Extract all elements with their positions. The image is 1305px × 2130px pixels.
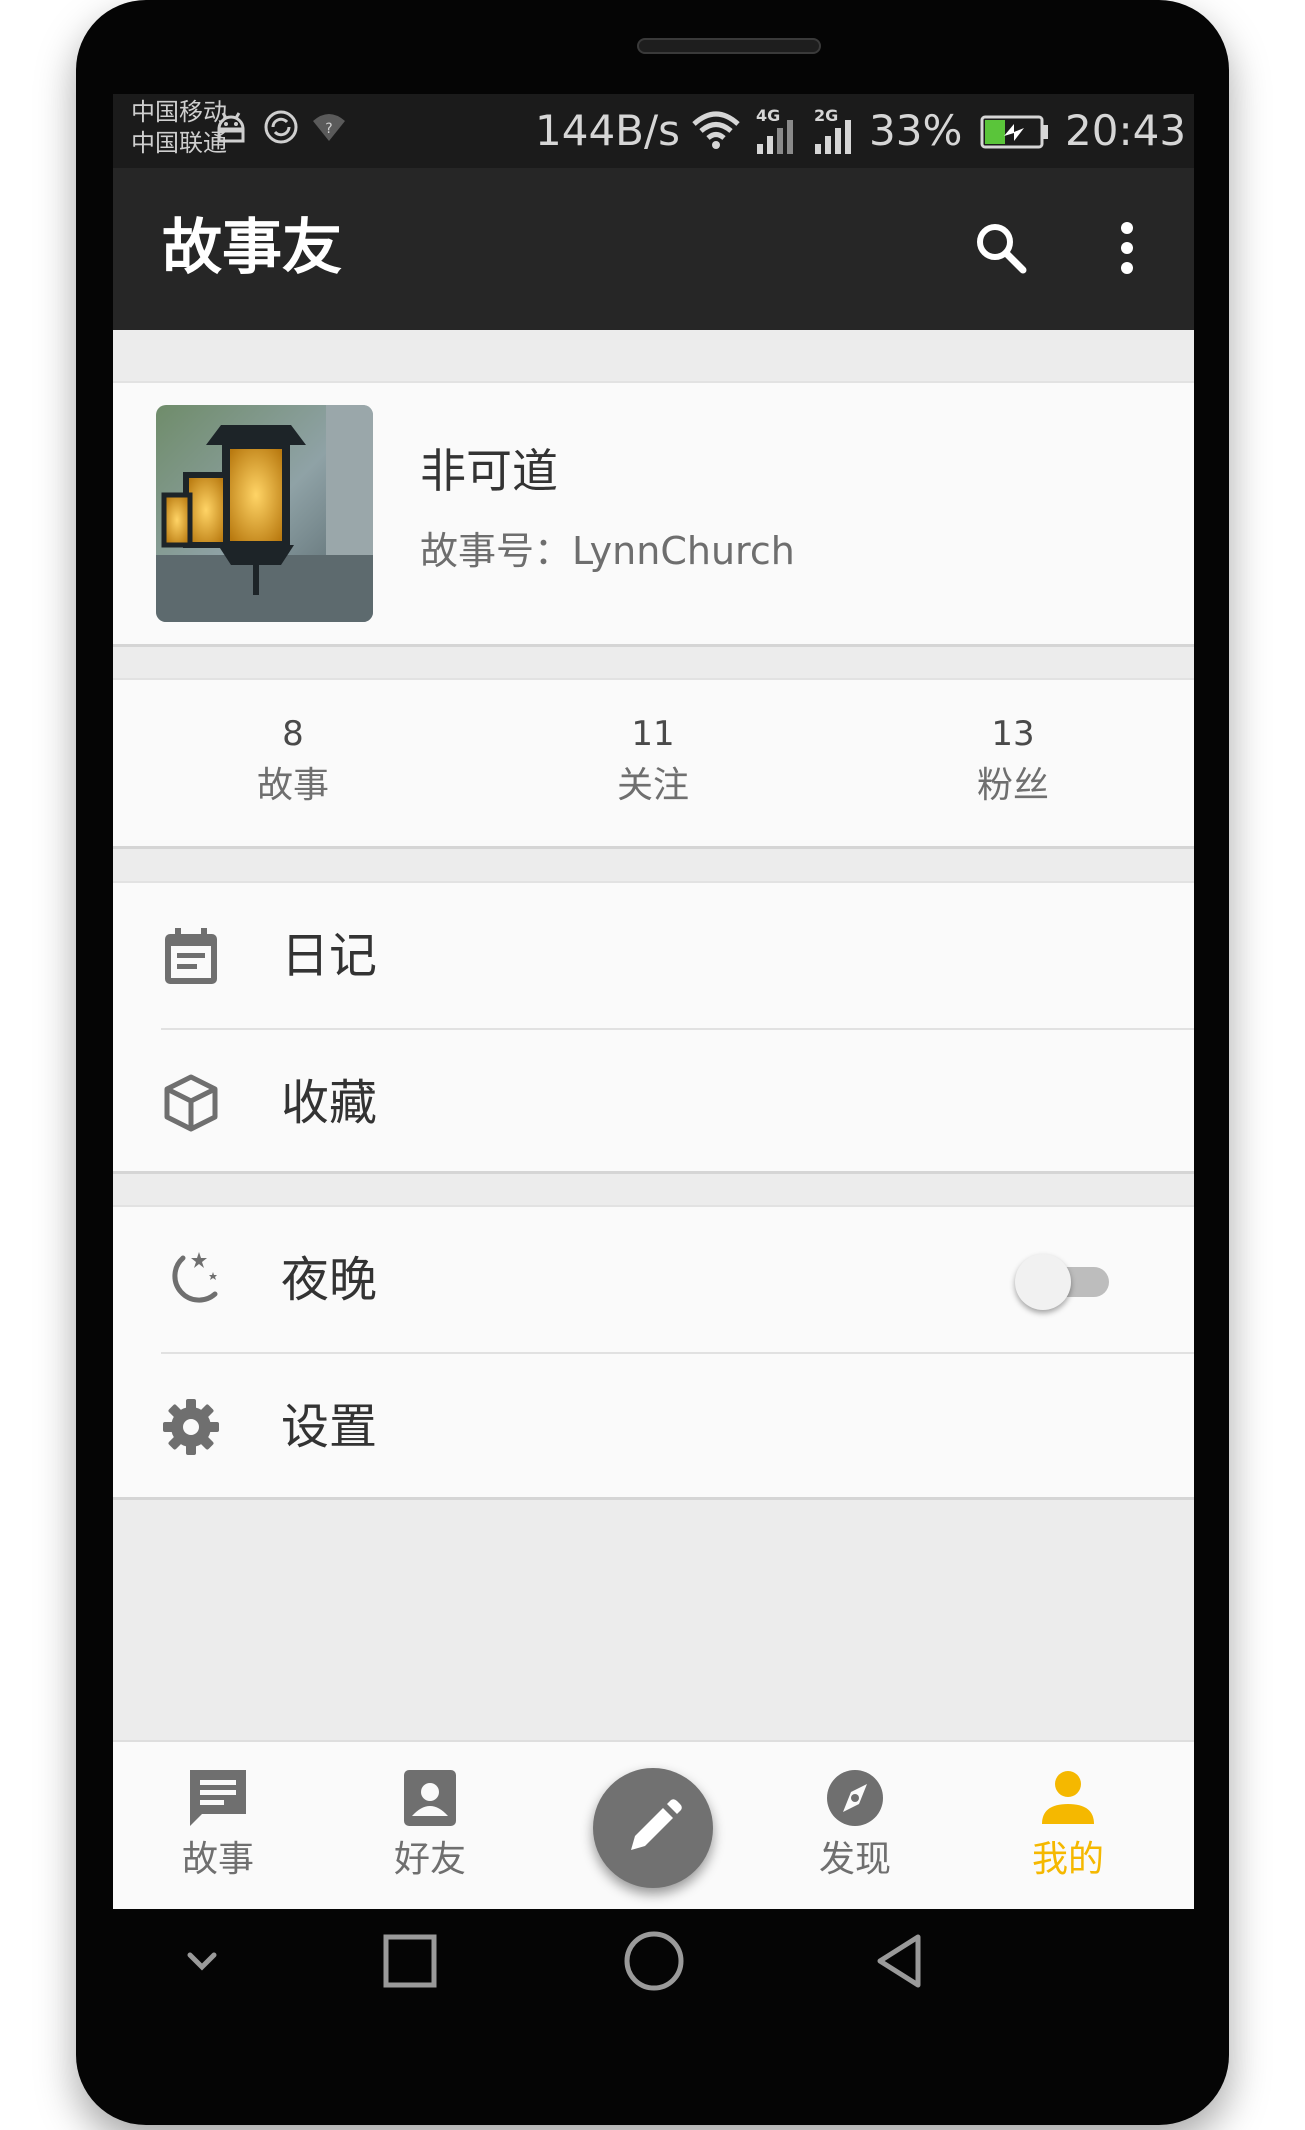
avatar[interactable] [156, 405, 373, 622]
chat-icon [190, 1770, 246, 1826]
stat-label: 粉丝 [976, 765, 1049, 806]
home-button[interactable] [622, 1929, 686, 1993]
menu-item-settings[interactable]: 设置 [113, 1354, 1194, 1499]
stat-count: 8 [282, 714, 304, 754]
menu-group-settings: 夜晚 设置 [113, 1205, 1194, 1500]
tab-discover[interactable]: 发现 [770, 1762, 940, 1902]
more-vert-icon [1121, 222, 1133, 274]
pencil-icon [631, 1799, 682, 1850]
tab-friends[interactable]: 好友 [345, 1762, 515, 1902]
menu-item-label: 日记 [281, 928, 378, 984]
menu-item-label: 夜晚 [281, 1252, 378, 1308]
stat-count: 11 [631, 714, 675, 754]
menu-item-diary[interactable]: 日记 [113, 883, 1194, 1028]
app-bar: 故事友 [113, 168, 1194, 330]
cube-icon [164, 1074, 218, 1132]
stat-followers[interactable]: 13 粉丝 [883, 712, 1143, 812]
lantern-photo [156, 405, 373, 622]
stat-following[interactable]: 11 关注 [523, 712, 783, 812]
menu-item-night-mode[interactable]: 夜晚 [113, 1207, 1194, 1352]
device-frame-stage: 中国移动 中国联通 ? 144B/s 4G 2G 33% 20:43 故事友 非… [0, 0, 1305, 2130]
tab-me[interactable]: 我的 [983, 1762, 1153, 1902]
stat-label: 关注 [616, 765, 689, 806]
back-button[interactable] [868, 1929, 932, 1993]
stat-label: 故事 [256, 765, 329, 806]
home-circle-icon [624, 1931, 684, 1991]
app-title: 故事友 [162, 213, 342, 283]
profile-card[interactable]: 非可道 故事号：LynnChurch [113, 381, 1194, 647]
bottom-navigation: 故事 好友 发现 我的 [113, 1740, 1194, 1909]
back-triangle-icon [877, 1934, 921, 1988]
calendar-icon [165, 928, 217, 984]
chevron-down-icon [187, 1952, 217, 1971]
wifi-icon [692, 111, 740, 149]
menu-group-content: 日记 收藏 [113, 881, 1194, 1174]
signal-icon [757, 120, 793, 154]
signal-icon [815, 120, 851, 154]
app-screen: 中国移动 中国联通 ? 144B/s 4G 2G 33% 20:43 故事友 非… [113, 94, 1194, 1909]
compose-fab[interactable] [593, 1768, 713, 1888]
collapse-button[interactable] [170, 1929, 234, 1993]
recents-button[interactable] [378, 1929, 442, 1993]
clock: 20:43 [1065, 106, 1187, 155]
net-speed: 144B/s [535, 106, 681, 155]
sync-icon [264, 110, 298, 144]
night-moon-icon [172, 1252, 218, 1303]
system-navigation-bar [113, 1909, 1194, 2009]
night-mode-toggle[interactable] [1015, 1250, 1115, 1310]
tab-label: 发现 [818, 1839, 891, 1880]
toggle-thumb [1015, 1254, 1071, 1310]
wifi-question-icon: ? [313, 114, 345, 141]
contact-icon [404, 1770, 456, 1826]
person-icon [1042, 1771, 1094, 1824]
menu-item-label: 设置 [281, 1399, 378, 1455]
stat-count: 13 [991, 714, 1035, 754]
compass-icon [827, 1770, 883, 1826]
tab-stories[interactable]: 故事 [133, 1762, 303, 1902]
search-button[interactable] [965, 212, 1037, 284]
search-icon [977, 224, 1027, 274]
tab-label: 故事 [181, 1839, 254, 1880]
menu-item-favorites[interactable]: 收藏 [113, 1030, 1194, 1175]
user-story-id: 故事号：LynnChurch [420, 529, 795, 573]
svg-text:?: ? [325, 121, 332, 137]
stats-card: 8 故事 11 关注 13 粉丝 [113, 678, 1194, 849]
status-bar: 中国移动 中国联通 ? 144B/s 4G 2G 33% 20:43 [113, 94, 1194, 168]
stat-stories[interactable]: 8 故事 [163, 712, 423, 812]
gear-icon [163, 1399, 219, 1455]
earpiece-speaker [637, 38, 821, 54]
overflow-menu-button[interactable] [1091, 212, 1163, 284]
recents-square-icon [383, 1934, 437, 1988]
menu-item-label: 收藏 [281, 1075, 378, 1131]
battery-percent: 33% [869, 106, 963, 155]
battery-charging-icon [980, 115, 1048, 149]
user-nickname: 非可道 [420, 444, 558, 498]
tab-label: 好友 [393, 1839, 466, 1880]
tab-label: 我的 [1031, 1839, 1104, 1880]
android-icon [217, 112, 245, 143]
